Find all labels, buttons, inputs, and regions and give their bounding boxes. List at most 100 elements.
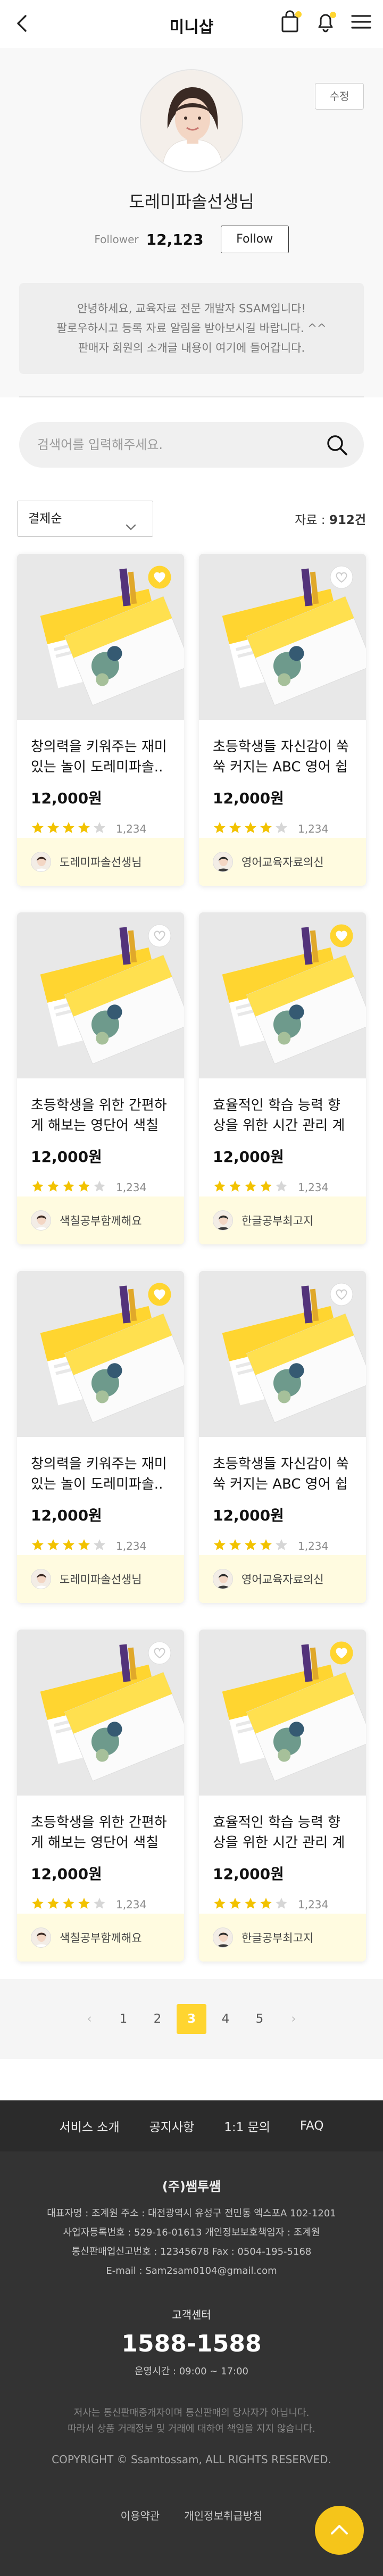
footer-nav-notice[interactable]: 공지사항 xyxy=(149,2117,195,2135)
heart-outline-icon[interactable] xyxy=(330,1283,353,1306)
review-count: 1,234 xyxy=(298,1898,329,1911)
product-title[interactable]: 효율적인 학습 능력 향상을 위한 시간 관리 계획표.. xyxy=(213,1813,352,1853)
privacy-link[interactable]: 개인정보취급방침 xyxy=(184,2507,262,2523)
shopping-bag-icon[interactable] xyxy=(279,10,303,34)
product-title[interactable]: 창의력을 키워주는 재미있는 놀이 도레미파솔.. xyxy=(31,737,170,777)
page-number[interactable]: 1 xyxy=(109,2004,138,2034)
search-input[interactable] xyxy=(37,422,314,468)
star-icon xyxy=(244,1179,257,1195)
prev-page-arrow[interactable]: ‹ xyxy=(74,2004,104,2034)
product-thumbnail[interactable] xyxy=(17,1271,184,1437)
product-card[interactable]: 초등학생들 자신감이 쑥쑥 커지는 ABC 영어 쉽게.. 12,000원 1,… xyxy=(199,554,366,886)
filter-row: 결제순 자료 : 912건 xyxy=(17,501,366,537)
star-icon xyxy=(213,1538,227,1554)
page-number-current[interactable]: 3 xyxy=(177,2004,206,2034)
company-info-line: 사업자등록번호 : 529-16-01613 개인정보보호책임자 : 조계원 xyxy=(63,2227,320,2238)
page-number[interactable]: 4 xyxy=(211,2004,240,2034)
product-seller[interactable]: 영어교육자료의신 xyxy=(199,838,366,886)
chevron-up-icon xyxy=(331,2525,348,2535)
star-icon xyxy=(244,821,257,837)
seller-name-small: 도레미파솔선생님 xyxy=(60,1573,142,1586)
product-thumbnail[interactable] xyxy=(199,1271,366,1437)
product-title[interactable]: 초등학생들 자신감이 쑥쑥 커지는 ABC 영어 쉽게.. xyxy=(213,1454,352,1494)
star-rating xyxy=(213,1179,288,1195)
product-price: 12,000원 xyxy=(31,1865,102,1883)
product-seller[interactable]: 도레미파솔선생님 xyxy=(17,1555,184,1603)
heart-filled-icon[interactable] xyxy=(148,1283,171,1306)
product-seller[interactable]: 한글공부최고지 xyxy=(199,1914,366,1962)
product-price: 12,000원 xyxy=(31,790,102,807)
product-thumbnail[interactable] xyxy=(17,912,184,1078)
seller-name: 도레미파솔선생님 xyxy=(129,192,254,212)
customer-center-phone[interactable]: 1588-1588 xyxy=(0,2330,383,2357)
seller-name-small: 색칠공부함께해요 xyxy=(60,1215,142,1227)
seller-name-small: 한글공부최고지 xyxy=(242,1932,314,1945)
heart-filled-icon[interactable] xyxy=(330,924,353,948)
star-icon xyxy=(93,1897,106,1913)
product-seller[interactable]: 색칠공부함께해요 xyxy=(17,1196,184,1244)
product-seller[interactable]: 도레미파솔선생님 xyxy=(17,838,184,886)
product-title[interactable]: 초등학생을 위한 간편하게 해보는 영단어 색칠 게임! xyxy=(31,1095,170,1136)
footer-nav-faq[interactable]: FAQ xyxy=(300,2119,324,2133)
star-icon xyxy=(31,1179,45,1195)
heart-outline-icon[interactable] xyxy=(148,924,171,948)
seller-avatar-small xyxy=(213,1210,233,1231)
footer-nav-service[interactable]: 서비스 소개 xyxy=(60,2117,120,2135)
product-title[interactable]: 효율적인 학습 능력 향상을 위한 시간 관리 계획표.. xyxy=(213,1095,352,1136)
star-icon xyxy=(31,821,45,837)
product-seller[interactable]: 색칠공부함께해요 xyxy=(17,1914,184,1962)
sort-select[interactable]: 결제순 xyxy=(17,501,153,537)
next-page-arrow[interactable]: › xyxy=(279,2004,309,2034)
heart-filled-icon[interactable] xyxy=(330,1641,353,1665)
intro-line: 팔로우하시고 등록 자료 알림을 받아보시길 바랍니다. ^^ xyxy=(56,322,327,335)
menu-hamburger-icon[interactable] xyxy=(349,10,373,34)
product-card[interactable]: 효율적인 학습 능력 향상을 위한 시간 관리 계획표.. 12,000원 1,… xyxy=(199,1630,366,1962)
product-rating: 1,234 xyxy=(213,1897,352,1913)
product-card[interactable]: 초등학생을 위한 간편하게 해보는 영단어 색칠 게임! 12,000원 1,2… xyxy=(17,1630,184,1962)
scroll-top-button[interactable] xyxy=(315,2506,364,2555)
product-card[interactable]: 초등학생들 자신감이 쑥쑥 커지는 ABC 영어 쉽게.. 12,000원 1,… xyxy=(199,1271,366,1603)
product-card[interactable]: 창의력을 키워주는 재미있는 놀이 도레미파솔.. 12,000원 1,234 … xyxy=(17,554,184,886)
disclaimer-line: 따라서 상품 거래정보 및 거래에 대하여 책임을 지지 않습니다. xyxy=(68,2423,315,2434)
star-icon xyxy=(46,1538,60,1554)
search-icon[interactable] xyxy=(324,433,349,457)
product-seller[interactable]: 한글공부최고지 xyxy=(199,1196,366,1244)
heart-outline-icon[interactable] xyxy=(330,566,353,589)
product-thumbnail[interactable] xyxy=(17,554,184,720)
product-title[interactable]: 초등학생들 자신감이 쑥쑥 커지는 ABC 영어 쉽게.. xyxy=(213,737,352,777)
review-count: 1,234 xyxy=(298,1540,329,1552)
star-rating xyxy=(31,1179,106,1195)
seller-avatar-small xyxy=(213,852,233,872)
heart-outline-icon[interactable] xyxy=(148,1641,171,1665)
review-count: 1,234 xyxy=(116,1898,147,1911)
star-icon xyxy=(244,1897,257,1913)
heart-filled-icon[interactable] xyxy=(148,566,171,589)
product-title[interactable]: 창의력을 키워주는 재미있는 놀이 도레미파솔.. xyxy=(31,1454,170,1494)
footer-nav-inquiry[interactable]: 1:1 문의 xyxy=(224,2117,270,2135)
notification-bell-icon[interactable] xyxy=(314,10,338,34)
seller-avatar-small xyxy=(31,1927,51,1948)
star-icon xyxy=(62,1538,76,1554)
star-icon xyxy=(228,821,242,837)
product-card[interactable]: 초등학생을 위한 간편하게 해보는 영단어 색칠 게임! 12,000원 1,2… xyxy=(17,912,184,1244)
product-title[interactable]: 초등학생을 위한 간편하게 해보는 영단어 색칠 게임! xyxy=(31,1813,170,1853)
product-thumbnail[interactable] xyxy=(199,912,366,1078)
product-thumbnail[interactable] xyxy=(17,1630,184,1796)
product-thumbnail[interactable] xyxy=(199,1630,366,1796)
star-icon xyxy=(274,821,288,837)
product-thumbnail[interactable] xyxy=(199,554,366,720)
product-rating: 1,234 xyxy=(31,1538,170,1554)
product-seller[interactable]: 영어교육자료의신 xyxy=(199,1555,366,1603)
edit-button[interactable]: 수정 xyxy=(315,83,364,110)
page-number[interactable]: 2 xyxy=(143,2004,172,2034)
footer-disclaimer: 저사는 통신판매중개자이며 통신판매의 당사자가 아닙니다. 따라서 상품 거래… xyxy=(0,2405,383,2437)
star-icon xyxy=(31,1897,45,1913)
terms-link[interactable]: 이용약관 xyxy=(121,2507,160,2523)
product-card[interactable]: 창의력을 키워주는 재미있는 놀이 도레미파솔.. 12,000원 1,234 … xyxy=(17,1271,184,1603)
review-count: 1,234 xyxy=(116,1181,147,1194)
page-number[interactable]: 5 xyxy=(245,2004,274,2034)
follow-button[interactable]: Follow xyxy=(220,226,289,253)
star-icon xyxy=(274,1897,288,1913)
product-card[interactable]: 효율적인 학습 능력 향상을 위한 시간 관리 계획표.. 12,000원 1,… xyxy=(199,912,366,1244)
star-icon xyxy=(259,821,273,837)
